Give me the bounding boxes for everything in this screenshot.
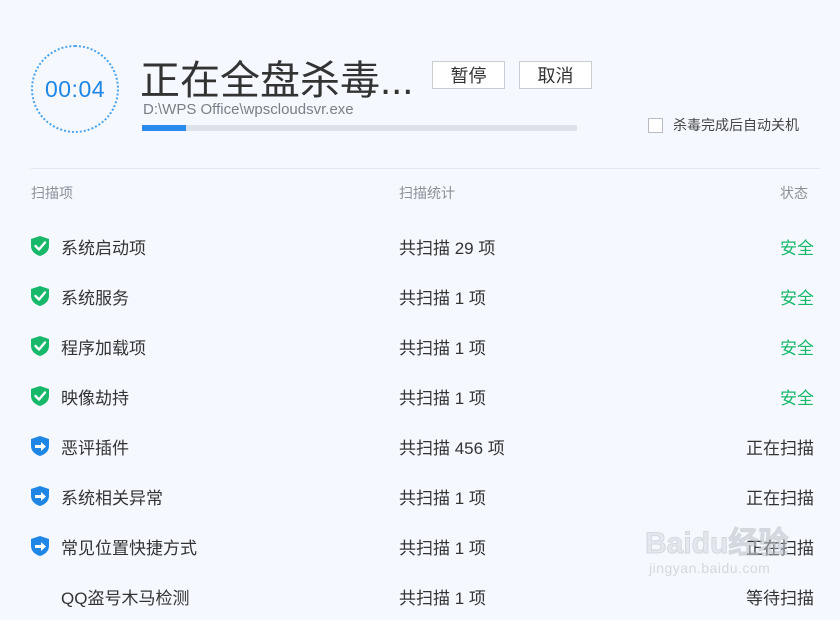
column-header-item: 扫描项 (31, 185, 73, 201)
scan-item-name: 系统服务 (61, 289, 129, 308)
scan-item-list: 系统启动项 共扫描 29 项安全 系统服务 共扫描 1 项安全 程序加载项 共扫描 1 项… (0, 220, 840, 620)
shield-check-icon (30, 335, 50, 357)
cancel-button[interactable]: 取消 (519, 61, 592, 89)
scan-title: 正在全盘杀毒... (140, 59, 414, 103)
scan-item-name: 程序加载项 (61, 339, 146, 358)
scan-progress-bar (142, 125, 577, 131)
scan-progress-fill (142, 125, 186, 131)
scan-item-status: 等待扫描 (746, 589, 814, 608)
column-header-status: 状态 (780, 185, 808, 201)
scan-item-stat: 共扫描 1 项 (399, 289, 486, 308)
scan-item-row: 程序加载项 共扫描 1 项 安全 (0, 320, 840, 370)
scan-item-stat: 共扫描 29 项 (399, 239, 496, 258)
auto-shutdown-checkbox[interactable] (648, 117, 663, 133)
scan-item-status: 安全 (780, 389, 814, 408)
header-divider (31, 168, 820, 169)
scan-item-row: 系统启动项 共扫描 29 项 安全 (0, 220, 840, 270)
scan-item-stat: 共扫描 1 项 (399, 589, 486, 608)
scan-timer: 00:04 (31, 45, 119, 133)
scan-item-row: 常见位置快捷方式 共扫描 1 项 正在扫描 (0, 520, 840, 570)
scan-item-status: 安全 (780, 339, 814, 358)
scan-item-status: 正在扫描 (746, 539, 814, 558)
shield-arrow-icon (30, 485, 50, 507)
scan-item-status: 安全 (780, 289, 814, 308)
scan-item-row: 系统相关异常 共扫描 1 项 正在扫描 (0, 470, 840, 520)
auto-shutdown-label: 杀毒完成后自动关机 (673, 117, 799, 133)
scan-item-stat: 共扫描 1 项 (399, 539, 486, 558)
empty-status-icon (30, 585, 50, 607)
scan-item-row: 映像劫持 共扫描 1 项 安全 (0, 370, 840, 420)
scan-item-name: 系统相关异常 (61, 489, 163, 508)
scan-item-stat: 共扫描 456 项 (399, 439, 505, 458)
shield-check-icon (30, 235, 50, 257)
scan-item-status: 安全 (780, 239, 814, 258)
scan-item-name: 系统启动项 (61, 239, 146, 258)
shield-arrow-icon (30, 435, 50, 457)
current-file-path: D:\WPS Office\wpscloudsvr.exe (143, 101, 354, 118)
scan-item-name: 映像劫持 (61, 389, 129, 408)
column-header-stat: 扫描统计 (399, 185, 455, 201)
scan-item-row: QQ盗号木马检测 共扫描 1 项 等待扫描 (0, 570, 840, 620)
pause-button[interactable]: 暂停 (432, 61, 505, 89)
timer-text: 00:04 (44, 75, 106, 102)
shield-check-icon (30, 285, 50, 307)
scan-item-name: 常见位置快捷方式 (61, 539, 197, 558)
scan-item-name: QQ盗号木马检测 (61, 589, 190, 608)
scan-item-stat: 共扫描 1 项 (399, 389, 486, 408)
scan-item-stat: 共扫描 1 项 (399, 339, 486, 358)
scan-item-name: 恶评插件 (61, 439, 129, 458)
shield-arrow-icon (30, 535, 50, 557)
scan-item-row: 恶评插件 共扫描 456 项 正在扫描 (0, 420, 840, 470)
auto-shutdown-option[interactable]: 杀毒完成后自动关机 (648, 115, 799, 135)
scan-item-stat: 共扫描 1 项 (399, 489, 486, 508)
shield-check-icon (30, 385, 50, 407)
scan-item-status: 正在扫描 (746, 489, 814, 508)
scan-item-row: 系统服务 共扫描 1 项 安全 (0, 270, 840, 320)
scan-item-status: 正在扫描 (746, 439, 814, 458)
